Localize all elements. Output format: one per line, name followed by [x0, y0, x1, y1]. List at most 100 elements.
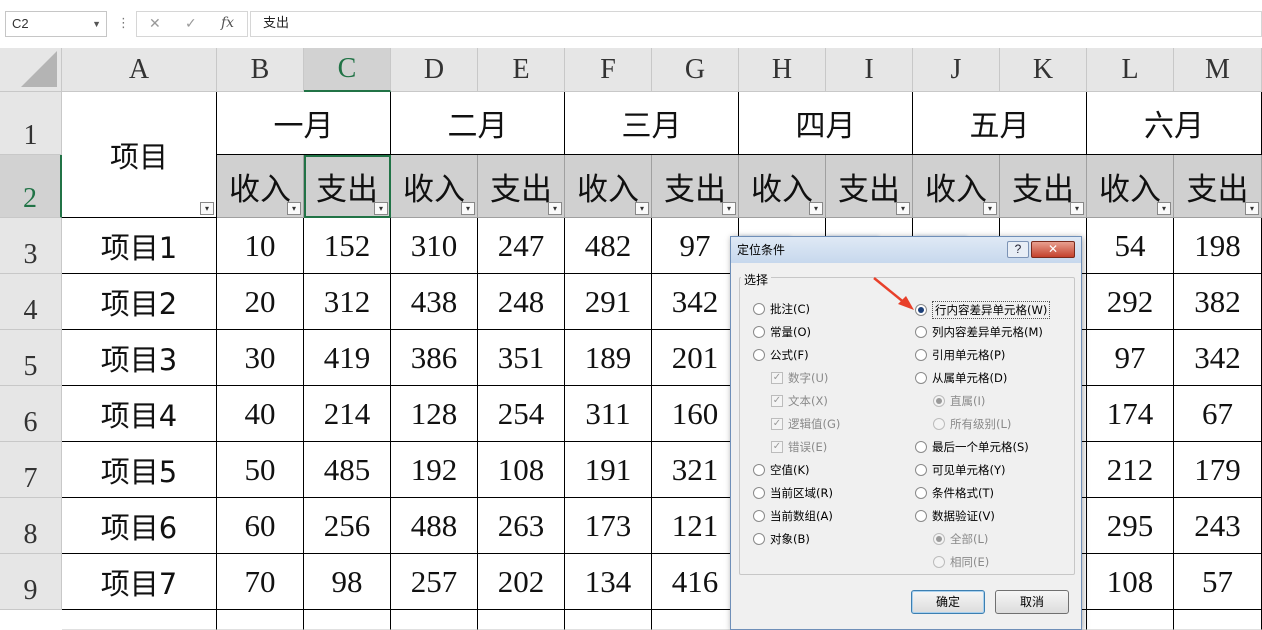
filter-dropdown-icon[interactable]: ▾ — [1070, 202, 1084, 215]
option-radio[interactable]: 数据验证(V) — [915, 508, 995, 524]
month-header-6[interactable]: 六月 — [1087, 92, 1262, 155]
value-cell[interactable]: 243 — [1174, 498, 1262, 554]
option-radio[interactable]: 批注(C) — [753, 301, 810, 317]
value-cell[interactable]: 121 — [652, 498, 739, 554]
filter-dropdown-icon[interactable]: ▾ — [374, 202, 388, 215]
ok-button[interactable]: 确定 — [911, 590, 985, 614]
option-radio[interactable]: 行内容差异单元格(W) — [915, 301, 1051, 319]
month-header-4[interactable]: 四月 — [739, 92, 913, 155]
insert-function-icon[interactable]: fx — [221, 15, 234, 31]
chevron-down-icon[interactable]: ▼ — [92, 12, 101, 36]
radio-icon[interactable] — [753, 303, 765, 315]
value-cell[interactable]: 20 — [217, 274, 304, 330]
value-cell[interactable]: 134 — [565, 554, 652, 610]
value-cell[interactable]: 321 — [652, 442, 739, 498]
item-header-cell[interactable]: 项目 ▾ — [62, 92, 217, 218]
item-name-cell[interactable] — [62, 610, 217, 630]
value-cell[interactable]: 488 — [391, 498, 478, 554]
value-cell[interactable]: 50 — [217, 442, 304, 498]
item-name-cell[interactable]: 项目3 — [62, 330, 217, 386]
column-header-f[interactable]: F — [565, 48, 652, 92]
radio-icon[interactable] — [753, 349, 765, 361]
radio-icon[interactable] — [915, 304, 927, 316]
value-cell[interactable]: 173 — [565, 498, 652, 554]
option-radio[interactable]: 对象(B) — [753, 531, 810, 547]
column-header-e[interactable]: E — [478, 48, 565, 92]
value-cell[interactable]: 292 — [1087, 274, 1174, 330]
radio-icon[interactable] — [753, 510, 765, 522]
value-cell[interactable]: 128 — [391, 386, 478, 442]
formula-input[interactable]: 支出 — [250, 11, 1262, 37]
value-cell[interactable]: 152 — [304, 218, 391, 274]
value-cell[interactable]: 342 — [652, 274, 739, 330]
option-radio[interactable]: 列内容差异单元格(M) — [915, 324, 1043, 340]
option-radio[interactable]: 当前区域(R) — [753, 485, 833, 501]
column-header-a[interactable]: A — [62, 48, 217, 92]
value-cell[interactable]: 312 — [304, 274, 391, 330]
value-cell[interactable]: 257 — [391, 554, 478, 610]
month-header-5[interactable]: 五月 — [913, 92, 1087, 155]
option-radio[interactable]: 最后一个单元格(S) — [915, 439, 1029, 455]
radio-icon[interactable] — [753, 464, 765, 476]
filter-dropdown-icon[interactable]: ▾ — [635, 202, 649, 215]
item-name-cell[interactable]: 项目4 — [62, 386, 217, 442]
value-cell[interactable]: 310 — [391, 218, 478, 274]
value-cell[interactable]: 60 — [217, 498, 304, 554]
value-cell[interactable]: 202 — [478, 554, 565, 610]
radio-icon[interactable] — [753, 326, 765, 338]
help-icon[interactable]: ? — [1007, 241, 1029, 258]
value-cell[interactable]: 254 — [478, 386, 565, 442]
value-cell[interactable]: 189 — [565, 330, 652, 386]
income-header-cell[interactable]: 收入 ▾ — [913, 155, 1000, 218]
value-cell[interactable] — [478, 610, 565, 630]
value-cell[interactable]: 416 — [652, 554, 739, 610]
value-cell[interactable]: 30 — [217, 330, 304, 386]
value-cell[interactable] — [304, 610, 391, 630]
item-name-cell[interactable]: 项目2 — [62, 274, 217, 330]
value-cell[interactable]: 291 — [565, 274, 652, 330]
value-cell[interactable] — [1087, 610, 1174, 630]
value-cell[interactable]: 192 — [391, 442, 478, 498]
filter-dropdown-icon[interactable]: ▾ — [461, 202, 475, 215]
column-header-c[interactable]: C — [304, 48, 391, 92]
value-cell[interactable] — [391, 610, 478, 630]
option-radio[interactable]: 引用单元格(P) — [915, 347, 1005, 363]
radio-icon[interactable] — [915, 326, 927, 338]
value-cell[interactable]: 10 — [217, 218, 304, 274]
value-cell[interactable]: 247 — [478, 218, 565, 274]
radio-icon[interactable] — [915, 372, 927, 384]
row-header-7[interactable]: 7 — [0, 442, 62, 498]
value-cell[interactable]: 70 — [217, 554, 304, 610]
value-cell[interactable]: 438 — [391, 274, 478, 330]
filter-dropdown-icon[interactable]: ▾ — [1157, 202, 1171, 215]
option-radio[interactable]: 从属单元格(D) — [915, 370, 1007, 386]
value-cell[interactable] — [652, 610, 739, 630]
value-cell[interactable]: 40 — [217, 386, 304, 442]
item-name-cell[interactable]: 项目6 — [62, 498, 217, 554]
expense-header-cell[interactable]: 支出 ▾ — [304, 155, 391, 218]
filter-dropdown-icon[interactable]: ▾ — [287, 202, 301, 215]
value-cell[interactable]: 198 — [1174, 218, 1262, 274]
value-cell[interactable]: 382 — [1174, 274, 1262, 330]
value-cell[interactable]: 201 — [652, 330, 739, 386]
radio-icon[interactable] — [915, 510, 927, 522]
income-header-cell[interactable]: 收入 ▾ — [739, 155, 826, 218]
expense-header-cell[interactable]: 支出 ▾ — [826, 155, 913, 218]
filter-dropdown-icon[interactable]: ▾ — [809, 202, 823, 215]
value-cell[interactable]: 191 — [565, 442, 652, 498]
option-radio[interactable]: 条件格式(T) — [915, 485, 994, 501]
filter-dropdown-icon[interactable]: ▾ — [1245, 202, 1259, 215]
option-radio[interactable]: 可见单元格(Y) — [915, 462, 1006, 478]
value-cell[interactable]: 57 — [1174, 554, 1262, 610]
value-cell[interactable]: 485 — [304, 442, 391, 498]
radio-icon[interactable] — [915, 487, 927, 499]
radio-icon[interactable] — [915, 464, 927, 476]
value-cell[interactable]: 248 — [478, 274, 565, 330]
value-cell[interactable]: 419 — [304, 330, 391, 386]
filter-dropdown-icon[interactable]: ▾ — [722, 202, 736, 215]
column-header-m[interactable]: M — [1174, 48, 1262, 92]
item-name-cell[interactable]: 项目1 — [62, 218, 217, 274]
cancel-icon[interactable]: ✕ — [149, 15, 161, 32]
filter-dropdown-icon[interactable]: ▾ — [896, 202, 910, 215]
value-cell[interactable] — [1174, 610, 1262, 630]
